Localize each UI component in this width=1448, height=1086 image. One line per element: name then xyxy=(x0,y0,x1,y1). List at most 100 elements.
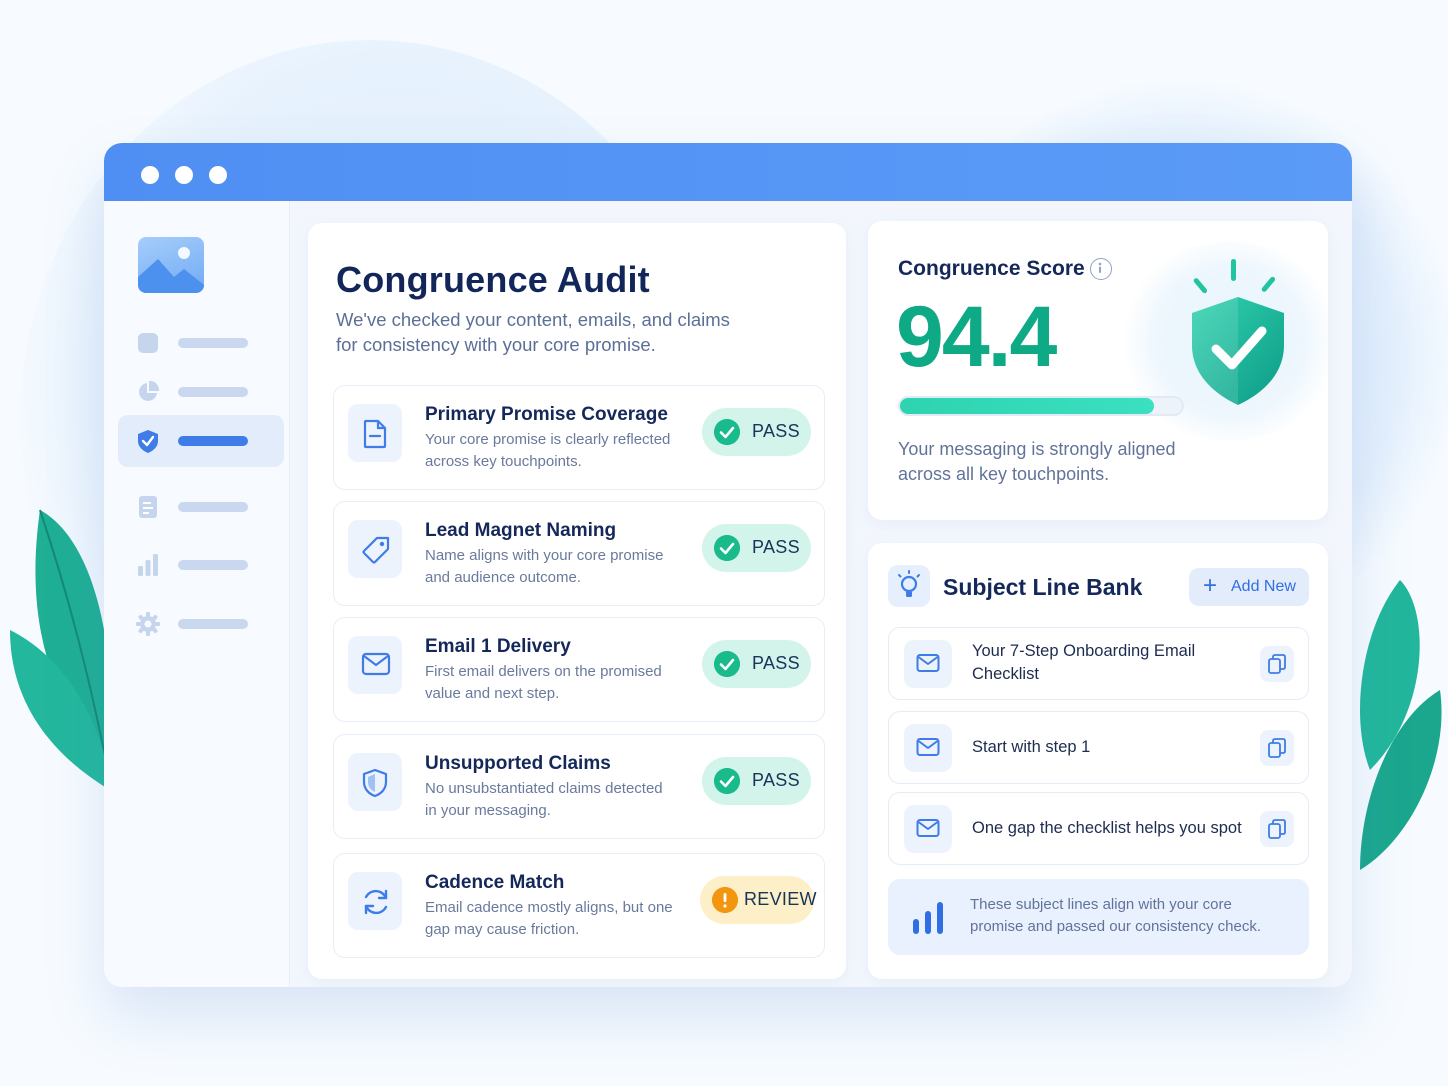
check-description-line: Your core promise is clearly reflected xyxy=(425,431,671,448)
audit-subtitle-line: We've checked your content, emails, and … xyxy=(336,309,730,330)
plus-icon: + xyxy=(1203,572,1218,599)
mail-icon xyxy=(904,805,952,853)
bar-chart-icon xyxy=(913,902,943,934)
check-circle-icon xyxy=(714,535,740,561)
check-description: No unsubstantiated claims detected in yo… xyxy=(425,778,695,822)
score-description: Your messaging is strongly aligned acros… xyxy=(898,437,1198,487)
add-new-button[interactable]: + Add New xyxy=(1189,568,1309,606)
copy-button[interactable] xyxy=(1260,646,1294,682)
check-circle-icon xyxy=(714,768,740,794)
check-row-cadence-match[interactable]: Cadence Match Email cadence mostly align… xyxy=(333,853,825,958)
audit-subtitle: We've checked your content, emails, and … xyxy=(336,307,766,357)
subject-line-text-line: Checklist xyxy=(972,665,1039,683)
sidebar-item-placeholder xyxy=(178,338,248,348)
status-badge-label: REVIEW xyxy=(744,889,817,909)
check-title: Primary Promise Coverage xyxy=(425,404,668,425)
subject-line-bank-card: Subject Line Bank + Add New Your 7-Step … xyxy=(868,543,1328,979)
check-title: Lead Magnet Naming xyxy=(425,520,617,541)
check-row-lead-magnet[interactable]: Lead Magnet Naming Name aligns with your… xyxy=(333,501,825,606)
congruence-audit-card: Congruence Audit We've checked your cont… xyxy=(308,223,846,979)
status-badge-label: PASS xyxy=(752,653,800,673)
check-title: Email 1 Delivery xyxy=(425,636,571,657)
warning-circle-icon xyxy=(712,887,738,913)
sidebar-item-analytics[interactable] xyxy=(118,366,284,418)
page-title: Congruence Audit xyxy=(336,259,650,300)
check-circle-icon xyxy=(714,651,740,677)
document-icon xyxy=(139,496,157,518)
score-value: 94.4 xyxy=(896,289,1057,385)
refresh-icon xyxy=(348,872,402,930)
window-control-dot[interactable] xyxy=(209,166,227,184)
sidebar-item-placeholder xyxy=(178,387,248,397)
check-description-line: in your messaging. xyxy=(425,802,551,819)
score-description-line: across all key touchpoints. xyxy=(898,464,1110,484)
subject-line-text: One gap the checklist helps you spot xyxy=(972,819,1242,837)
congruence-score-card: Congruence Score 94.4 Your messaging is … xyxy=(868,221,1328,520)
check-description-line: gap may cause friction. xyxy=(425,921,580,938)
document-icon xyxy=(348,404,402,462)
copy-icon xyxy=(1268,654,1286,674)
check-description-line: Name aligns with your core promise xyxy=(425,547,664,564)
sidebar xyxy=(104,201,290,987)
copy-button[interactable] xyxy=(1260,730,1294,766)
copy-icon xyxy=(1268,738,1286,758)
check-row-primary-promise[interactable]: Primary Promise Coverage Your core promi… xyxy=(333,385,825,490)
shield-check-icon xyxy=(1192,259,1284,405)
lightbulb-icon xyxy=(888,565,930,607)
sidebar-item-documents[interactable] xyxy=(118,481,284,533)
check-description: First email delivers on the promised val… xyxy=(425,661,695,705)
score-label: Congruence Score xyxy=(898,257,1085,280)
sidebar-item-settings[interactable] xyxy=(118,598,284,650)
sidebar-item-placeholder xyxy=(178,560,248,570)
sidebar-item-audit[interactable] xyxy=(118,415,284,467)
sidebar-item-placeholder xyxy=(178,502,248,512)
check-circle-icon xyxy=(714,419,740,445)
gear-icon xyxy=(136,612,160,636)
mail-icon xyxy=(904,640,952,688)
status-badge: PASS xyxy=(702,757,811,805)
bank-note-text-line: These subject lines align with your core xyxy=(970,896,1232,913)
shield-check-icon xyxy=(138,430,158,453)
check-description-line: Email cadence mostly aligns, but one xyxy=(425,899,673,916)
status-badge-label: PASS xyxy=(752,770,800,790)
check-description-line: No unsubstantiated claims detected xyxy=(425,780,663,797)
tag-icon xyxy=(348,520,402,578)
subject-line-text: Start with step 1 xyxy=(972,738,1091,756)
status-badge: PASS xyxy=(702,408,811,456)
check-row-unsupported-claims[interactable]: Unsupported Claims No unsubstantiated cl… xyxy=(333,734,825,839)
copy-icon xyxy=(1268,819,1286,839)
status-badge-label: PASS xyxy=(752,537,800,557)
shield-icon xyxy=(348,753,402,811)
check-description-line: value and next step. xyxy=(425,685,560,702)
subject-line-text: Your 7-Step Onboarding Email Checklist xyxy=(972,640,1212,686)
status-badge: PASS xyxy=(702,640,811,688)
check-title: Cadence Match xyxy=(425,872,565,893)
mail-icon xyxy=(348,636,402,694)
square-icon xyxy=(138,333,158,353)
window-control-dot[interactable] xyxy=(141,166,159,184)
check-description-line: First email delivers on the promised xyxy=(425,663,662,680)
subject-line-item[interactable]: Start with step 1 xyxy=(888,711,1309,784)
add-new-label: Add New xyxy=(1231,578,1296,595)
info-icon[interactable] xyxy=(1090,258,1112,280)
copy-button[interactable] xyxy=(1260,811,1294,847)
leaf-decoration-right xyxy=(1360,580,1442,870)
subject-line-item[interactable]: One gap the checklist helps you spot xyxy=(888,792,1309,865)
sidebar-item-dashboard[interactable] xyxy=(118,317,284,369)
subject-line-item[interactable]: Your 7-Step Onboarding Email Checklist xyxy=(888,627,1309,700)
sidebar-item-placeholder xyxy=(178,619,248,629)
sidebar-item-reports[interactable] xyxy=(118,539,284,591)
status-badge-label: PASS xyxy=(752,421,800,441)
check-row-email-delivery[interactable]: Email 1 Delivery First email delivers on… xyxy=(333,617,825,722)
subject-line-text-line: Your 7-Step Onboarding Email xyxy=(972,642,1196,660)
check-description: Name aligns with your core promise and a… xyxy=(425,545,695,589)
bar-chart-icon xyxy=(138,554,158,576)
score-progress-bar xyxy=(898,396,1184,416)
window-titlebar xyxy=(104,143,1352,201)
bank-note-text: These subject lines align with your core… xyxy=(970,894,1280,938)
bank-note: These subject lines align with your core… xyxy=(888,879,1309,955)
status-badge: REVIEW xyxy=(700,876,817,924)
window-control-dot[interactable] xyxy=(175,166,193,184)
mail-icon xyxy=(904,724,952,772)
score-progress-fill xyxy=(900,398,1154,414)
